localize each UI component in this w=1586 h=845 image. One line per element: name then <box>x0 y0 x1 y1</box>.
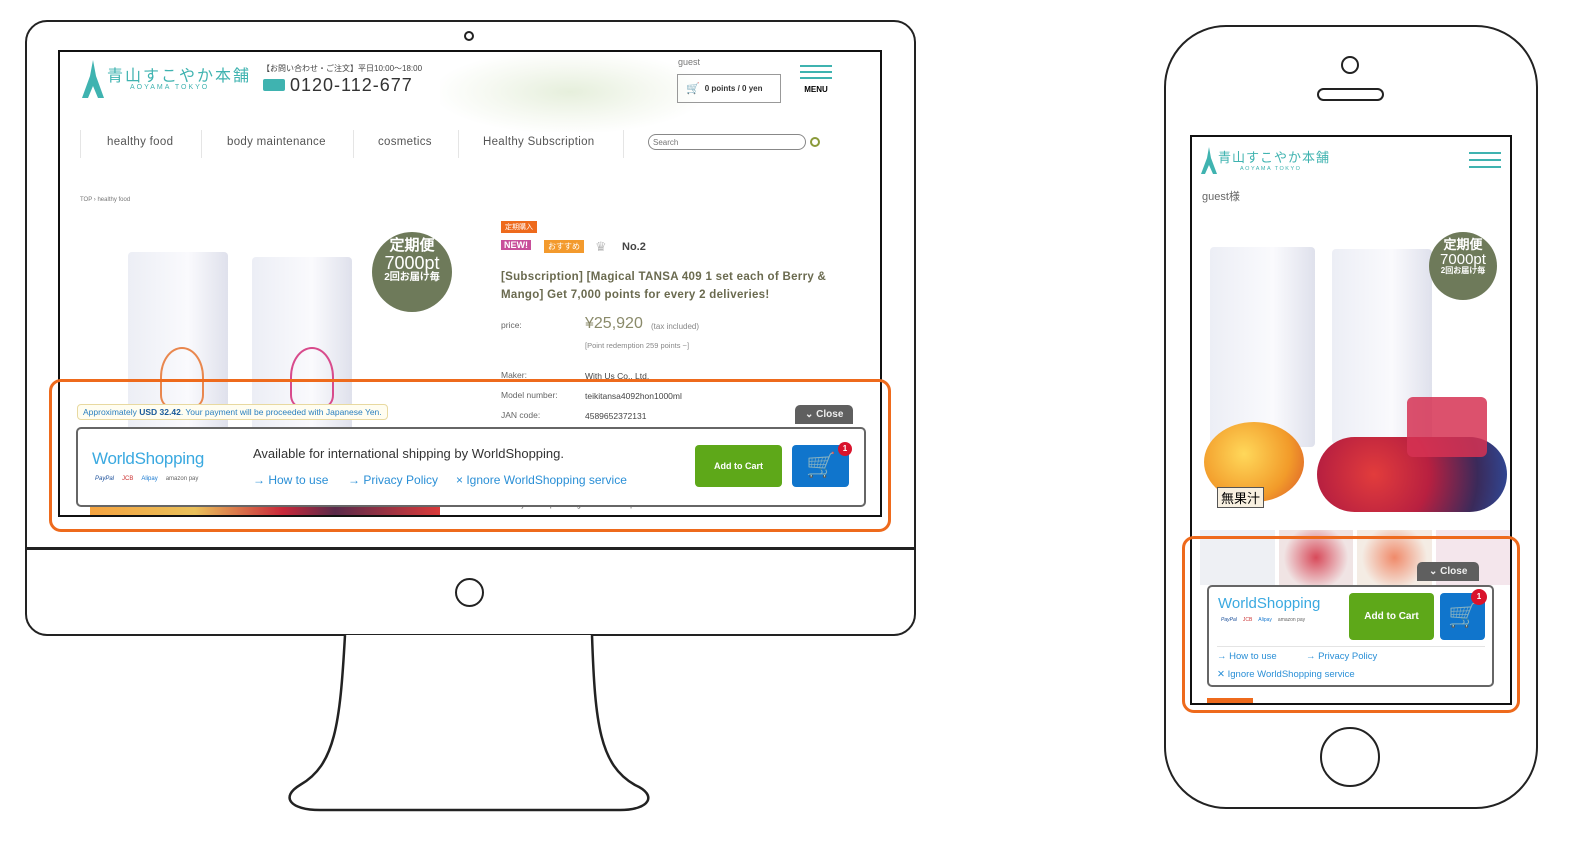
monitor-chin-divider <box>26 547 915 550</box>
subscription-tag: 定期購入 <box>501 221 537 233</box>
monitor-button <box>455 578 484 607</box>
cart-summary-button[interactable]: 🛒 0 points / 0 yen <box>677 74 781 103</box>
mobile-logo-subtext: AOYAMA TOKYO <box>1240 166 1302 172</box>
mobile-highlight-frame <box>1182 536 1520 713</box>
cart-icon: 🛒 <box>686 83 700 95</box>
logo-subtext: AOYAMA TOKYO <box>130 84 210 91</box>
search-input[interactable] <box>648 134 806 150</box>
crown-icon: ♛ <box>595 239 607 254</box>
price-label: price: <box>501 320 522 330</box>
no-juice-label: 無果汁 <box>1217 487 1265 508</box>
desktop-highlight-frame <box>49 379 891 532</box>
nav-cosmetics[interactable]: cosmetics <box>378 136 432 148</box>
contact-hours: 【お問い合わせ・ご注文】平日10:00〜18:00 <box>262 64 423 73</box>
phone-home-button <box>1320 727 1380 787</box>
tower-logo-icon <box>82 60 104 98</box>
breadcrumb-top[interactable]: TOP <box>80 197 92 203</box>
header-bg <box>440 52 700 132</box>
breadcrumb: TOP › healthy food <box>80 197 131 203</box>
rank-label: No.2 <box>622 241 646 253</box>
cart-summary-text: 0 points / 0 yen <box>704 84 763 93</box>
mobile-logo-text[interactable]: 青山すこやか本舗 <box>1218 147 1330 166</box>
mobile-juice-glass <box>1407 397 1487 457</box>
promo-badge: 定期便 7000pt 2回お届け毎 <box>372 232 452 312</box>
camera-icon <box>464 31 474 41</box>
hamburger-icon <box>800 65 832 79</box>
phone-camera <box>1341 56 1359 74</box>
breadcrumb-healthy-food[interactable]: healthy food <box>97 197 130 203</box>
search-icon[interactable] <box>810 137 820 147</box>
tax-note: (tax included) <box>651 322 700 331</box>
phone-number[interactable]: 0120-112-677 <box>290 75 413 96</box>
price-value: ¥25,920 <box>585 315 643 332</box>
point-redemption: [Point redemption 259 points ~] <box>585 341 690 350</box>
recommend-tag: おすすめ <box>544 240 584 253</box>
menu-label: MENU <box>804 85 828 94</box>
freedial-icon <box>263 79 285 91</box>
mobile-product-carton-1 <box>1210 247 1315 447</box>
tower-logo-icon <box>1201 147 1217 174</box>
user-name: guest <box>678 57 701 67</box>
phone-speaker <box>1317 88 1384 101</box>
mobile-promo-badge: 定期便 7000pt 2回お届け毎 <box>1429 232 1497 300</box>
logo-text[interactable]: 青山すこやか本舗 <box>107 62 251 86</box>
menu-button[interactable]: MENU <box>800 65 832 101</box>
mobile-user-name: guest様 <box>1202 191 1240 203</box>
monitor-stand <box>288 635 650 812</box>
product-title: [Subscription] [Magical TANSA 409 1 set … <box>501 271 827 301</box>
new-tag: NEW! <box>501 240 531 250</box>
nav-body-maintenance[interactable]: body maintenance <box>227 136 326 148</box>
nav-healthy-food[interactable]: healthy food <box>107 136 173 148</box>
nav-healthy-subscription[interactable]: Healthy Subscription <box>483 136 594 148</box>
mobile-hamburger-icon[interactable] <box>1469 152 1501 168</box>
